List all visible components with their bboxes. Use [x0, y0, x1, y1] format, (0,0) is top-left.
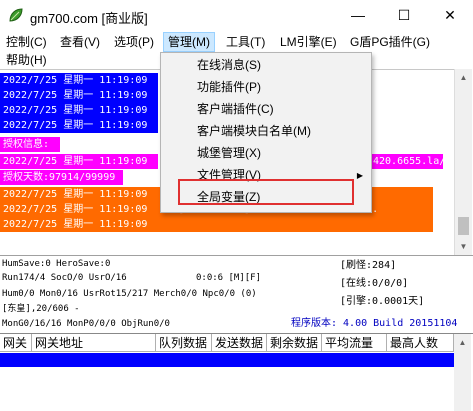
close-button[interactable]: ✕: [427, 0, 473, 31]
table-scrollbar[interactable]: ▲: [454, 334, 471, 411]
log-scrollbar[interactable]: ▲ ▼: [454, 69, 472, 255]
column-header[interactable]: 网关地址: [32, 334, 156, 352]
submenu-arrow-icon: ▶: [356, 171, 363, 180]
log-line: 授权信息:: [0, 137, 60, 152]
scroll-thumb[interactable]: [458, 217, 469, 235]
menu-item-client-plugins[interactable]: 客户端插件(C): [197, 101, 274, 117]
column-header[interactable]: 平均流量: [322, 334, 387, 352]
menu-tools[interactable]: 工具(T): [222, 33, 269, 51]
status-panel: HumSave:0 HeroSave:0 Run174/4 SocO/0 Usr…: [0, 255, 473, 334]
status-refresh: [刷怪:284]: [340, 260, 397, 271]
status-monsters: MonG0/16/16 MonP0/0/0 ObjRun0/0: [2, 319, 170, 329]
log-line: 2022/7/25 星期一 11:19:09: [0, 118, 158, 133]
menu-gdun-plugin[interactable]: G盾PG插件(G): [346, 33, 434, 51]
manage-dropdown-menu: 在线消息(S) 功能插件(P) 客户端插件(C) 客户端模块白名单(M) 城堡管…: [160, 52, 372, 213]
highlight-box: [178, 179, 354, 205]
status-engine: [引擎:0.0001天]: [340, 296, 425, 307]
app-leaf-icon: [9, 8, 23, 22]
menu-help[interactable]: 帮助(H): [2, 51, 51, 69]
program-version: 程序版本: 4.00 Build 20151104: [291, 318, 458, 329]
menu-control[interactable]: 控制(C): [2, 33, 51, 51]
menu-view[interactable]: 查看(V): [56, 33, 104, 51]
log-line: 2022/7/25 星期一 11:19:09: [0, 88, 158, 103]
status-online: [在线:0/0/0]: [340, 278, 409, 289]
log-line: 2022/7/25 星期一 11:19:09: [0, 154, 158, 169]
status-save: HumSave:0 HeroSave:0: [2, 259, 111, 269]
title-bar: gm700.com [商业版] — ☐ ✕: [0, 0, 473, 31]
minimize-button[interactable]: —: [335, 0, 381, 31]
menu-options[interactable]: 选项(P): [110, 33, 158, 51]
menu-item-function-plugins[interactable]: 功能插件(P): [197, 79, 261, 95]
scroll-up-icon[interactable]: ▲: [454, 334, 471, 351]
scroll-down-icon[interactable]: ▼: [455, 238, 472, 255]
menu-manage[interactable]: 管理(M): [163, 32, 215, 52]
log-line-fragment: 420.6655.la/: [370, 154, 445, 169]
column-header[interactable]: 剩余数据: [267, 334, 322, 352]
status-server: [东皇],20/606 -: [2, 304, 80, 314]
window-title: gm700.com [商业版]: [30, 11, 148, 26]
menu-item-client-whitelist[interactable]: 客户端模块白名单(M): [197, 123, 311, 139]
column-header[interactable]: 队列数据: [156, 334, 212, 352]
status-run: Run174/4 SocO/0 UsrO/16: [2, 273, 127, 283]
scroll-up-icon[interactable]: ▲: [455, 69, 472, 86]
log-line: 2022/7/25 星期一 11:19:09: [0, 103, 158, 118]
status-objects: Hum0/0 Mon0/16 UsrRot15/217 Merch0/0 Npc…: [2, 289, 257, 299]
column-header[interactable]: 网关: [0, 334, 32, 352]
menu-item-castle-management[interactable]: 城堡管理(X): [197, 145, 261, 161]
status-time: 0:0:6 [M][F]: [196, 273, 262, 283]
table-row[interactable]: [0, 353, 454, 367]
menu-item-online-messages[interactable]: 在线消息(S): [197, 57, 261, 73]
log-line: 2022/7/25 星期一 11:19:09: [0, 73, 158, 88]
column-header[interactable]: 发送数据: [212, 334, 267, 352]
gateway-table: 网关 网关地址 队列数据 发送数据 剩余数据 平均流量 最高人数 ▲: [0, 333, 473, 411]
maximize-button[interactable]: ☐: [381, 0, 427, 31]
log-line: 授权天数:97914/99999: [0, 170, 123, 185]
column-header[interactable]: 最高人数: [387, 334, 454, 352]
menu-lm-engine[interactable]: LM引擎(E): [276, 33, 341, 51]
log-line: 2022/7/25 星期一 11:19:09: [0, 217, 433, 232]
